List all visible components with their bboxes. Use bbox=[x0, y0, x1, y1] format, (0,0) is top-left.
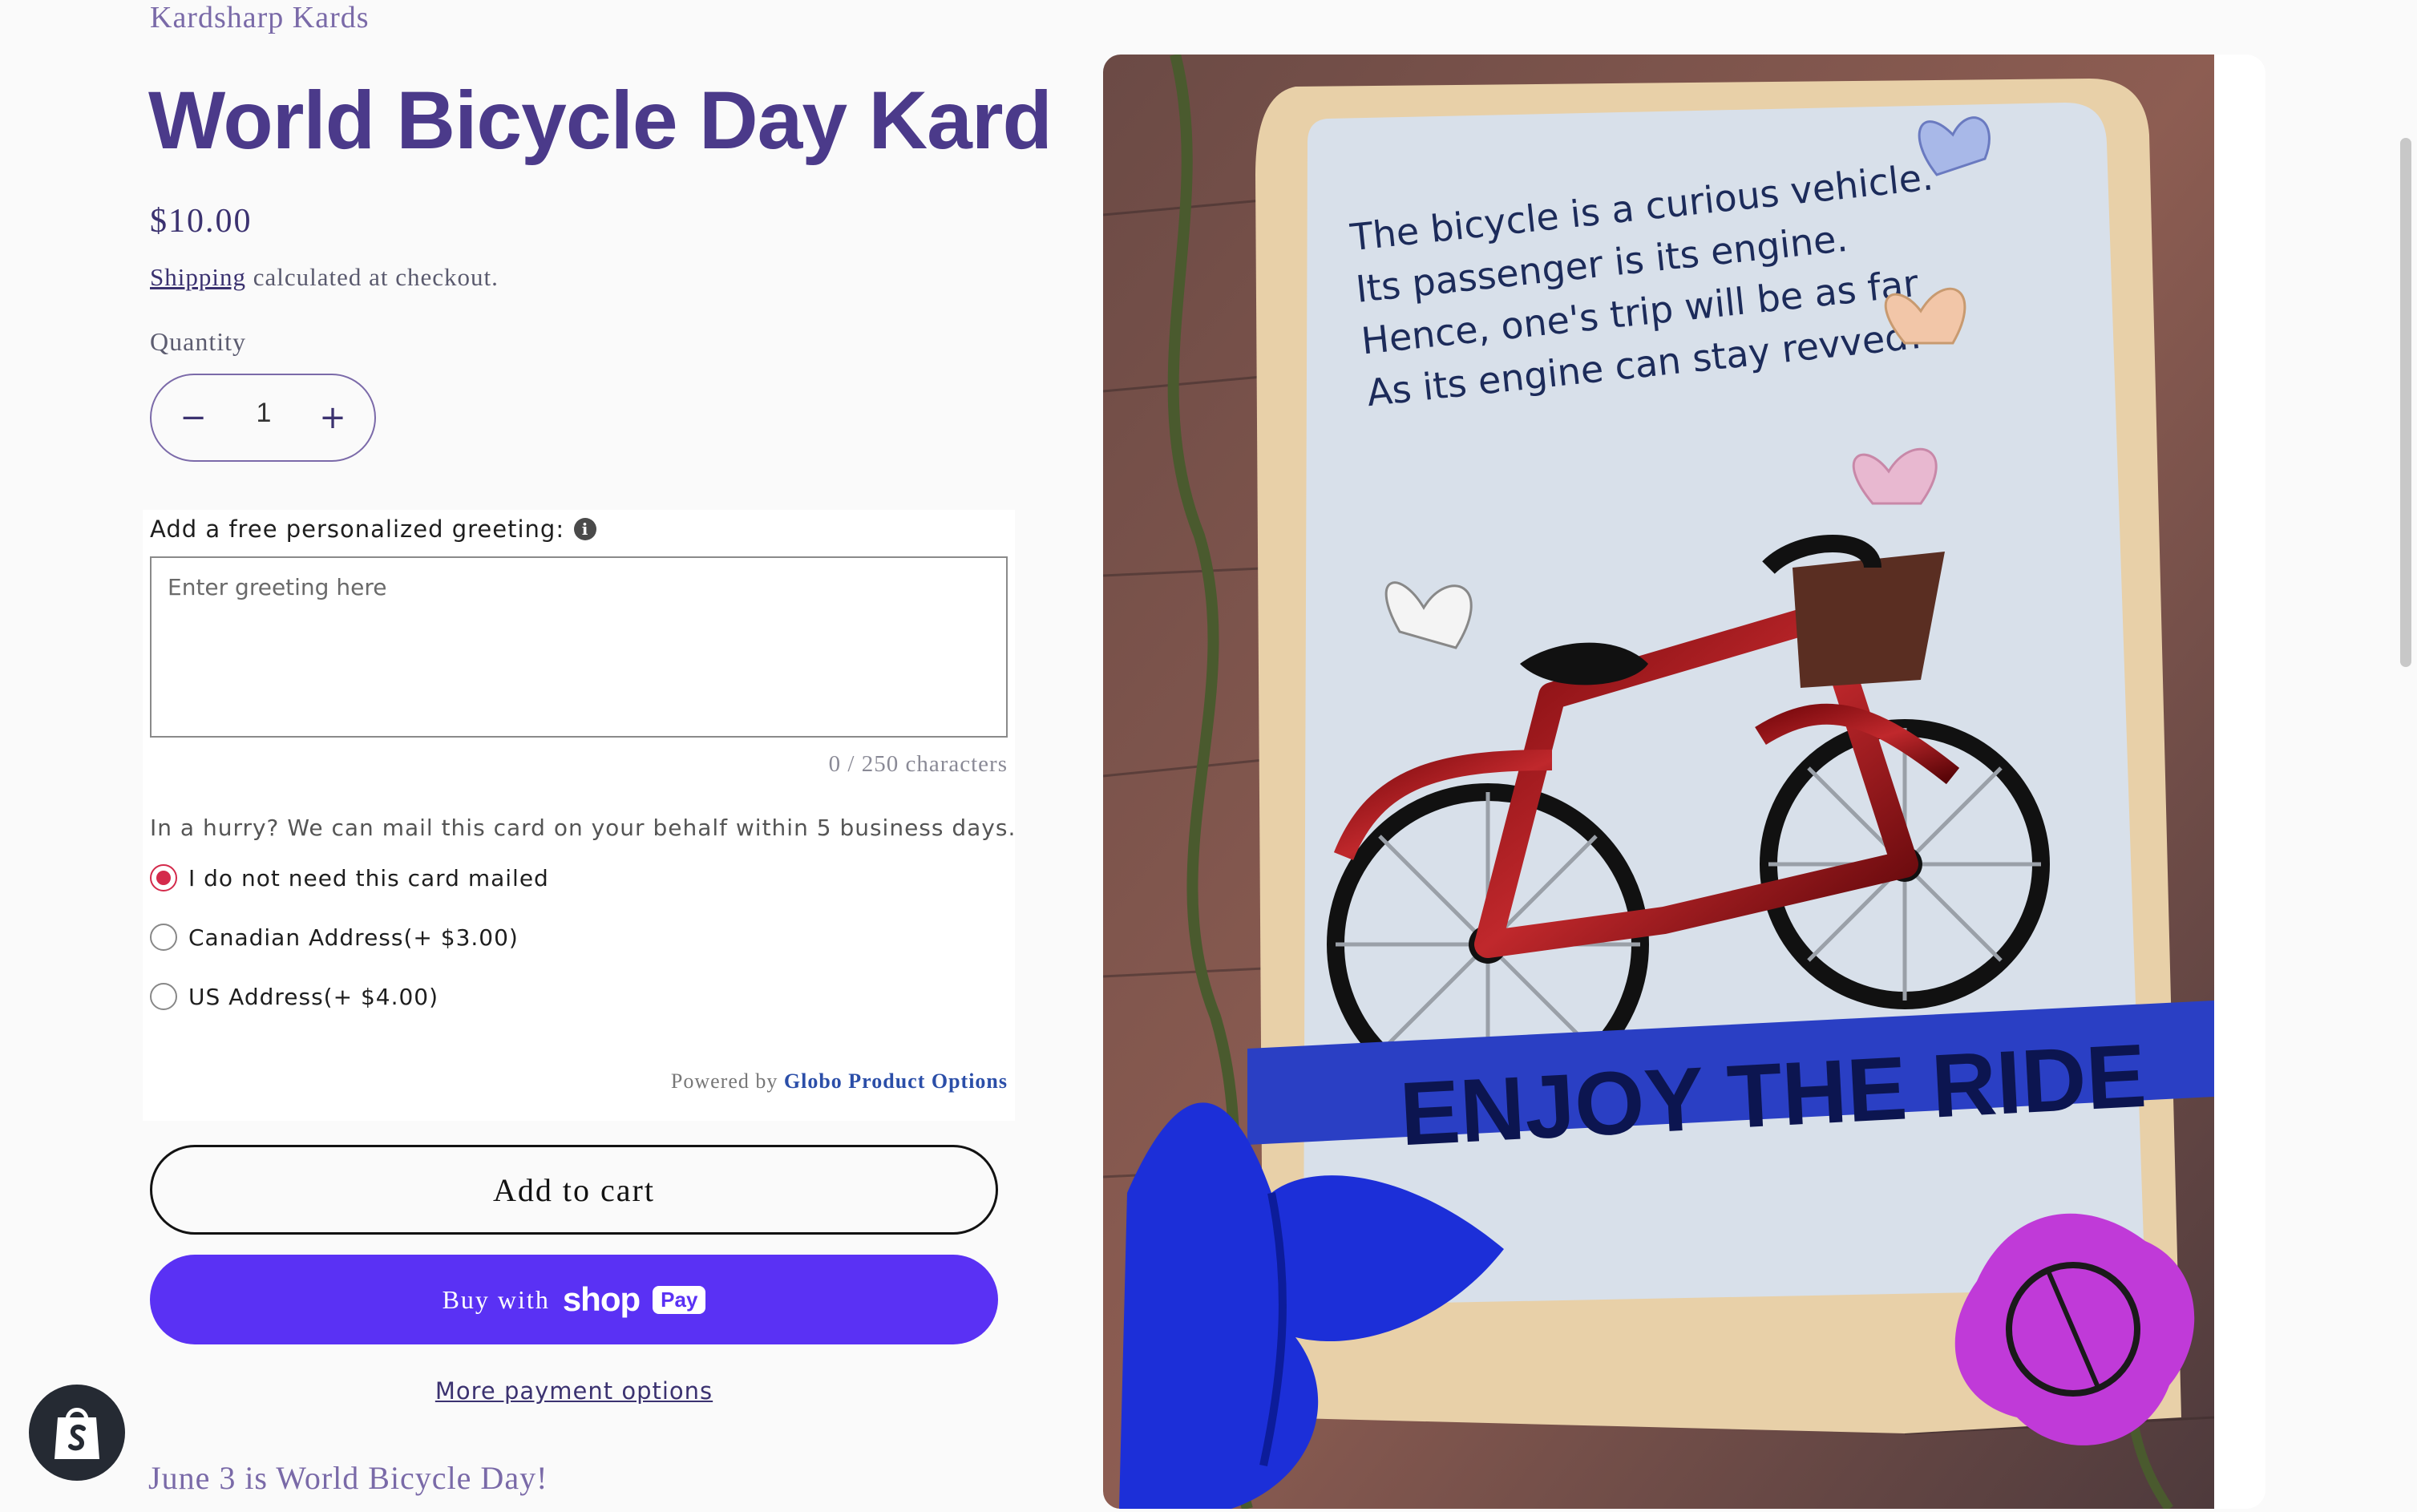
mail-option-label: I do not need this card mailed bbox=[188, 864, 549, 891]
mail-option-label: Canadian Address(+ $3.00) bbox=[188, 924, 519, 951]
card-photo: The bicycle is a curious vehicle. Its pa… bbox=[1103, 55, 2214, 1509]
info-icon[interactable]: i bbox=[574, 518, 597, 540]
product-image[interactable]: The bicycle is a curious vehicle. Its pa… bbox=[1103, 55, 2214, 1509]
mail-option-label: US Address(+ $4.00) bbox=[188, 983, 439, 1010]
shop-pay-button[interactable]: Buy with shop Pay bbox=[150, 1255, 998, 1344]
page-scrollbar[interactable] bbox=[2400, 138, 2411, 667]
mail-hurry-text: In a hurry? We can mail this card on you… bbox=[150, 815, 1017, 841]
product-title: World Bicycle Day Kard bbox=[148, 75, 1053, 166]
shipping-link[interactable]: Shipping bbox=[150, 263, 246, 291]
product-price: $10.00 bbox=[150, 203, 253, 240]
radio-button[interactable] bbox=[150, 924, 177, 951]
more-payment-options-link[interactable]: More payment options bbox=[150, 1377, 998, 1405]
mail-option-canada[interactable]: Canadian Address(+ $3.00) bbox=[150, 924, 519, 951]
mail-option-none[interactable]: I do not need this card mailed bbox=[150, 864, 549, 891]
greeting-label-text: Add a free personalized greeting: bbox=[150, 515, 565, 543]
buy-with-label: Buy with bbox=[442, 1284, 550, 1314]
pay-logo-badge: Pay bbox=[653, 1285, 706, 1314]
shipping-text: calculated at checkout. bbox=[245, 263, 499, 291]
shopping-bag-icon bbox=[55, 1408, 99, 1459]
greeting-textarea[interactable] bbox=[150, 556, 1008, 738]
quantity-label: Quantity bbox=[150, 327, 246, 356]
character-counter: 0 / 250 characters bbox=[828, 751, 1008, 777]
increase-quantity-button[interactable]: + bbox=[310, 393, 355, 443]
add-to-cart-button[interactable]: Add to cart bbox=[150, 1145, 998, 1235]
powered-prefix: Powered by bbox=[670, 1069, 784, 1093]
quantity-input[interactable]: 1 bbox=[232, 398, 296, 429]
mail-option-us[interactable]: US Address(+ $4.00) bbox=[150, 983, 439, 1010]
powered-by: Powered by Globo Product Options bbox=[625, 1069, 1008, 1094]
shop-logo-text: shop bbox=[562, 1280, 641, 1318]
radio-button[interactable] bbox=[150, 864, 177, 891]
greeting-label: Add a free personalized greeting: i bbox=[150, 515, 597, 543]
vendor-name: Kardsharp Kards bbox=[150, 1, 370, 34]
quantity-stepper: − 1 + bbox=[150, 374, 376, 462]
radio-button[interactable] bbox=[150, 983, 177, 1010]
product-description-heading: June 3 is World Bicycle Day! bbox=[148, 1460, 548, 1496]
shopify-bag-icon[interactable] bbox=[29, 1385, 125, 1481]
powered-brand-link[interactable]: Globo Product Options bbox=[784, 1069, 1008, 1093]
decrease-quantity-button[interactable]: − bbox=[171, 393, 216, 443]
shipping-note: Shipping calculated at checkout. bbox=[150, 263, 499, 292]
